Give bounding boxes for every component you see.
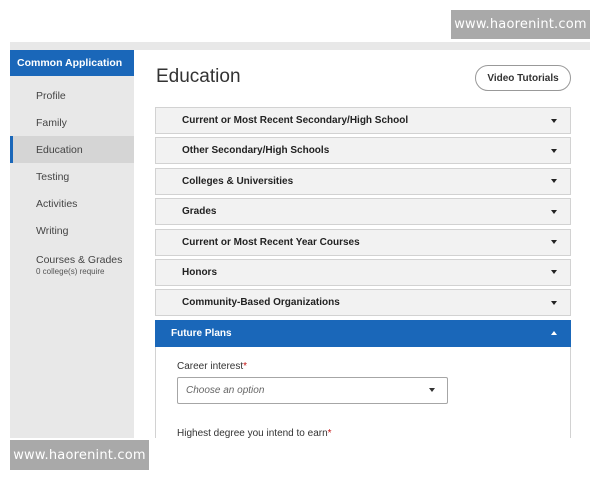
section-label: Honors	[182, 266, 217, 278]
section-colleges-universities[interactable]: Colleges & Universities	[155, 167, 571, 195]
sidebar-item-sublabel: 0 college(s) require	[36, 267, 105, 276]
future-plans-body: Career interest* Choose an option Highes…	[155, 346, 571, 438]
section-label: Community-Based Organizations	[182, 297, 340, 309]
chevron-down-icon	[551, 270, 557, 275]
sidebar-item-label: Profile	[36, 89, 66, 102]
sidebar-item-label: Writing	[36, 224, 69, 237]
watermark-top: www.haorenint.com	[451, 10, 590, 39]
section-honors[interactable]: Honors	[155, 258, 571, 286]
sidebar-item-label: Courses & Grades	[36, 254, 123, 266]
section-label: Colleges & Universities	[182, 175, 294, 187]
video-tutorials-button[interactable]: Video Tutorials	[475, 65, 571, 91]
page-title: Education	[156, 66, 241, 87]
sidebar-item-label: Family	[36, 116, 67, 129]
section-other-high-schools[interactable]: Other Secondary/High Schools	[155, 137, 571, 165]
chevron-down-icon	[551, 118, 557, 123]
sidebar-item-family[interactable]: Family	[10, 109, 134, 136]
sidebar: Common Application Profile Family Educat…	[10, 50, 134, 438]
section-future-plans[interactable]: Future Plans	[155, 319, 571, 347]
chevron-down-icon	[551, 300, 557, 305]
section-label: Future Plans	[171, 327, 232, 339]
sidebar-item-label: Activities	[36, 197, 78, 210]
section-label: Other Secondary/High Schools	[182, 145, 330, 157]
chevron-down-icon	[551, 209, 557, 214]
section-current-year-courses[interactable]: Current or Most Recent Year Courses	[155, 228, 571, 256]
section-community-organizations[interactable]: Community-Based Organizations	[155, 289, 571, 317]
chevron-down-icon	[551, 148, 557, 153]
chevron-down-icon	[551, 179, 557, 184]
section-label: Current or Most Recent Year Courses	[182, 236, 360, 248]
chevron-down-icon	[551, 240, 557, 245]
main-panel: Education Video Tutorials Current or Mos…	[134, 50, 590, 438]
sidebar-header[interactable]: Common Application	[10, 50, 134, 76]
select-placeholder: Choose an option	[186, 384, 265, 396]
required-marker: *	[327, 427, 332, 438]
section-grades[interactable]: Grades	[155, 198, 571, 226]
section-label: Current or Most Recent Secondary/High Sc…	[182, 115, 409, 126]
sidebar-item-writing[interactable]: Writing	[10, 217, 134, 244]
sidebar-item-label: Education	[36, 143, 83, 156]
required-marker: *	[243, 360, 248, 372]
section-accordion: Current or Most Recent Secondary/High Sc…	[155, 107, 571, 438]
section-current-high-school[interactable]: Current or Most Recent Secondary/High Sc…	[155, 107, 571, 134]
sidebar-item-profile[interactable]: Profile	[10, 82, 134, 109]
chevron-up-icon	[551, 331, 557, 336]
career-interest-select[interactable]: Choose an option	[177, 376, 448, 404]
sidebar-item-courses-grades[interactable]: Courses & Grades 0 college(s) require	[10, 244, 134, 284]
sidebar-item-testing[interactable]: Testing	[10, 163, 134, 190]
section-label: Grades	[182, 206, 217, 218]
highest-degree-label: Highest degree you intend to earn*	[177, 427, 332, 438]
sidebar-item-activities[interactable]: Activities	[10, 190, 134, 217]
watermark-bottom: www.haorenint.com	[10, 440, 149, 470]
application-window: Common Application Profile Family Educat…	[10, 42, 590, 438]
career-interest-label: Career interest*	[177, 360, 248, 372]
sidebar-item-label: Testing	[36, 170, 70, 183]
chevron-down-icon	[429, 388, 435, 393]
sidebar-item-education[interactable]: Education	[10, 136, 134, 163]
